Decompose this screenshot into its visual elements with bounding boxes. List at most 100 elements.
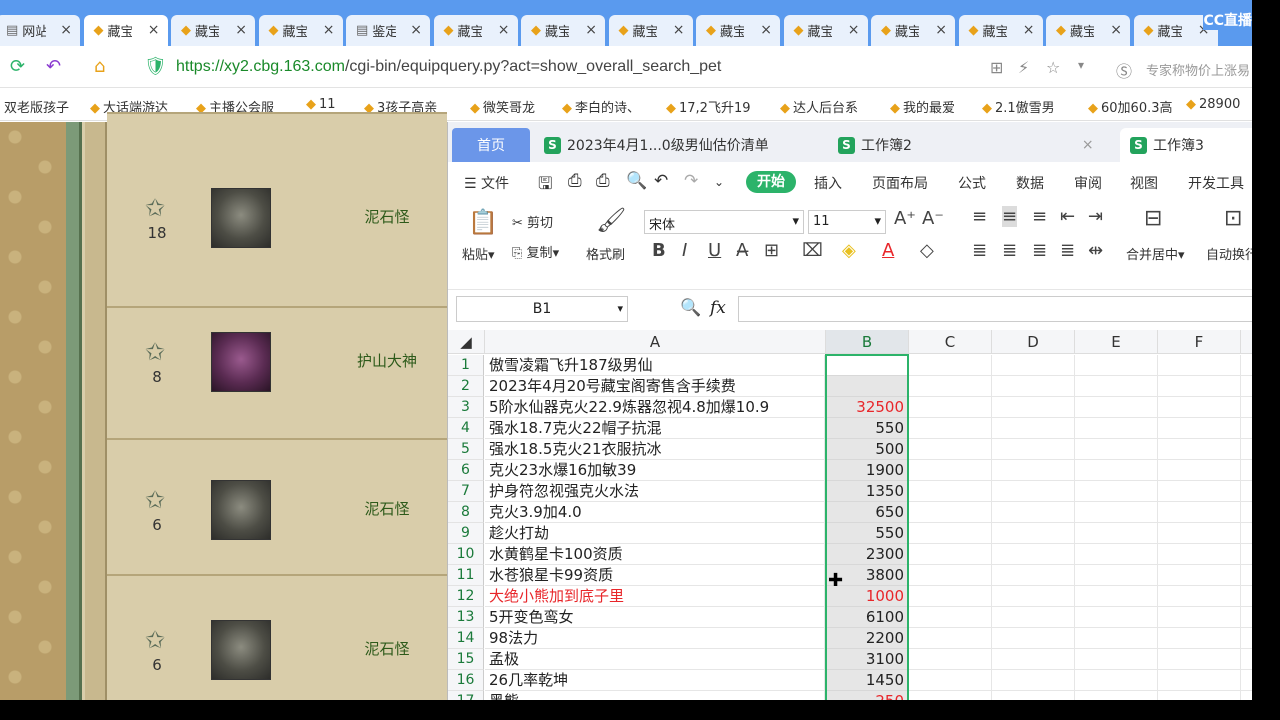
row-header[interactable]: 13 bbox=[448, 607, 484, 628]
browser-tab[interactable]: ◆ 藏宝 × bbox=[783, 15, 868, 46]
chevron-down-icon[interactable]: ⌄ bbox=[714, 175, 724, 189]
bookmark-item[interactable]: ◆ 达人后台系 bbox=[780, 97, 858, 116]
close-icon[interactable]: × bbox=[1082, 137, 1094, 153]
distribute-icon[interactable]: ⇹ bbox=[1088, 240, 1103, 261]
tab-doc2[interactable]: S 工作簿2 × bbox=[838, 128, 1094, 162]
cell-a[interactable]: 孟极 bbox=[485, 649, 825, 670]
close-icon[interactable]: × bbox=[673, 22, 685, 38]
cell-a[interactable]: 克火3.9加4.0 bbox=[485, 502, 825, 523]
tab-doc1[interactable]: S 2023年4月1...0级男仙估价清单 bbox=[544, 128, 769, 162]
empty-cells[interactable] bbox=[909, 670, 1252, 691]
export-icon[interactable]: ⎙ bbox=[568, 171, 582, 191]
lightning-icon[interactable]: ⚡ bbox=[1018, 58, 1029, 77]
row-header[interactable]: 3 bbox=[448, 397, 484, 418]
empty-cells[interactable] bbox=[909, 607, 1252, 628]
row-header[interactable]: 9 bbox=[448, 523, 484, 544]
cell-b[interactable]: 6100 bbox=[826, 607, 908, 628]
pet-row[interactable]: ✩ 6 泥石怪 bbox=[107, 576, 447, 700]
align-bottom-icon[interactable]: ≡ bbox=[1032, 206, 1047, 227]
row-header[interactable]: 5 bbox=[448, 439, 484, 460]
browser-tab[interactable]: ◆ 藏宝 × bbox=[521, 15, 605, 46]
cell-a[interactable]: 强水18.5克火21衣服抗冰 bbox=[485, 439, 825, 460]
empty-cells[interactable] bbox=[909, 649, 1252, 670]
justify-icon[interactable]: ≣ bbox=[1060, 240, 1075, 261]
pet-name[interactable]: 泥石怪 bbox=[327, 498, 447, 519]
row-header[interactable]: 16 bbox=[448, 670, 484, 691]
redo-icon[interactable]: ↷ bbox=[684, 171, 698, 191]
column-header-a[interactable]: A bbox=[485, 330, 826, 354]
select-all-corner[interactable]: ◢ bbox=[448, 330, 485, 354]
empty-cells[interactable] bbox=[909, 397, 1252, 418]
row-header[interactable]: 4 bbox=[448, 418, 484, 439]
align-center-icon[interactable]: ≣ bbox=[1002, 240, 1017, 261]
bookmark-item[interactable]: ◆ 60加60.3高 bbox=[1088, 97, 1173, 116]
menu-insert[interactable]: 插入 bbox=[814, 173, 842, 193]
cell-b[interactable] bbox=[826, 376, 908, 397]
bookmark-item[interactable]: ◆ 李白的诗、 bbox=[562, 97, 640, 116]
indent-increase-icon[interactable]: ⇥ bbox=[1088, 206, 1103, 227]
pet-image[interactable] bbox=[211, 188, 271, 248]
bookmark-item[interactable]: ◆ 2.1傲雪男 bbox=[982, 97, 1055, 116]
close-icon[interactable]: × bbox=[235, 22, 247, 38]
row-header[interactable]: 14 bbox=[448, 628, 484, 649]
pet-name[interactable]: 泥石怪 bbox=[327, 206, 447, 227]
chevron-down-icon[interactable]: ▾ bbox=[1078, 58, 1084, 72]
clear-icon[interactable]: ◇ bbox=[920, 240, 934, 261]
cell-b[interactable]: 1450 bbox=[826, 670, 908, 691]
bookmark-item[interactable]: ◆ 17,2飞升19 bbox=[666, 97, 751, 116]
star-icon[interactable]: ✩ bbox=[145, 194, 165, 222]
empty-cells[interactable] bbox=[909, 502, 1252, 523]
cell-b[interactable]: 500 bbox=[826, 439, 908, 460]
browser-tab[interactable]: ◆ 藏宝 × bbox=[258, 15, 343, 46]
column-header-d[interactable]: D bbox=[992, 330, 1075, 354]
cut-button[interactable]: ✂ 剪切 bbox=[512, 212, 553, 231]
align-left-icon[interactable]: ≣ bbox=[972, 240, 987, 261]
border-icon[interactable]: ⊞ bbox=[764, 240, 779, 261]
row-header[interactable]: 6 bbox=[448, 460, 484, 481]
pet-image[interactable] bbox=[211, 480, 271, 540]
pet-name[interactable]: 护山大神 bbox=[327, 350, 447, 371]
cell-b[interactable]: 3100 bbox=[826, 649, 908, 670]
merge-button[interactable]: 合并居中▾ bbox=[1126, 244, 1185, 263]
cell-a[interactable]: 2023年4月20号藏宝阁寄售含手续费 bbox=[485, 376, 825, 397]
browser-tab[interactable]: ◆ 藏宝 × bbox=[958, 15, 1043, 46]
wrap-icon[interactable]: ⊡ bbox=[1224, 206, 1242, 231]
pet-row[interactable]: ✩ 8 护山大神 bbox=[107, 308, 447, 440]
star-icon[interactable]: ✩ bbox=[145, 486, 165, 514]
font-shrink-icon[interactable]: A⁻ bbox=[922, 208, 944, 229]
tab-home[interactable]: 首页 bbox=[452, 128, 530, 162]
empty-cells[interactable] bbox=[909, 565, 1252, 586]
search-hint[interactable]: 专家称物价上涨易 bbox=[1146, 60, 1250, 79]
cell-b[interactable]: 2300 bbox=[826, 544, 908, 565]
cell-b[interactable]: 550 bbox=[826, 418, 908, 439]
empty-cells[interactable] bbox=[909, 691, 1252, 700]
refresh-icon[interactable]: ⟳ bbox=[10, 56, 25, 77]
undo-icon[interactable]: ↶ bbox=[654, 171, 668, 191]
cell-a[interactable]: 水黄鹤星卡100资质 bbox=[485, 544, 825, 565]
underline-icon[interactable]: U bbox=[708, 240, 721, 261]
cell-b[interactable]: 650 bbox=[826, 502, 908, 523]
bookmark-item[interactable]: ◆ 微笑哥龙 bbox=[470, 97, 535, 116]
browser-tab[interactable]: ◆ 藏宝 × bbox=[171, 15, 255, 46]
empty-cells[interactable] bbox=[909, 586, 1252, 607]
close-icon[interactable]: × bbox=[498, 22, 510, 38]
column-header-f[interactable]: F bbox=[1158, 330, 1241, 354]
cell-a[interactable]: 强水18.7克火22帽子抗混 bbox=[485, 418, 825, 439]
paste-button[interactable]: 粘贴▾ bbox=[462, 244, 495, 263]
cell-a[interactable]: 护身符忽视强克火水法 bbox=[485, 481, 825, 502]
cell-a[interactable]: 趁火打劫 bbox=[485, 523, 825, 544]
cell-b[interactable]: 2200 bbox=[826, 628, 908, 649]
menu-formula[interactable]: 公式 bbox=[958, 173, 986, 193]
font-family-select[interactable]: 宋体 ▾ bbox=[644, 210, 804, 234]
close-icon[interactable]: × bbox=[1110, 22, 1122, 38]
bookmark-item[interactable]: 双老版孩子 bbox=[4, 97, 69, 116]
close-icon[interactable]: × bbox=[760, 22, 772, 38]
paste-icon[interactable]: 📋 bbox=[468, 208, 498, 236]
star-icon[interactable]: ✩ bbox=[145, 338, 165, 366]
cell-a[interactable]: 5开变色鸾女 bbox=[485, 607, 825, 628]
pet-image[interactable] bbox=[211, 332, 271, 392]
cell-b[interactable]: 32500 bbox=[826, 397, 908, 418]
cell-a[interactable]: 98法力 bbox=[485, 628, 825, 649]
name-box[interactable]: B1 ▾ bbox=[456, 296, 628, 322]
star-icon[interactable]: ☆ bbox=[1046, 58, 1060, 77]
